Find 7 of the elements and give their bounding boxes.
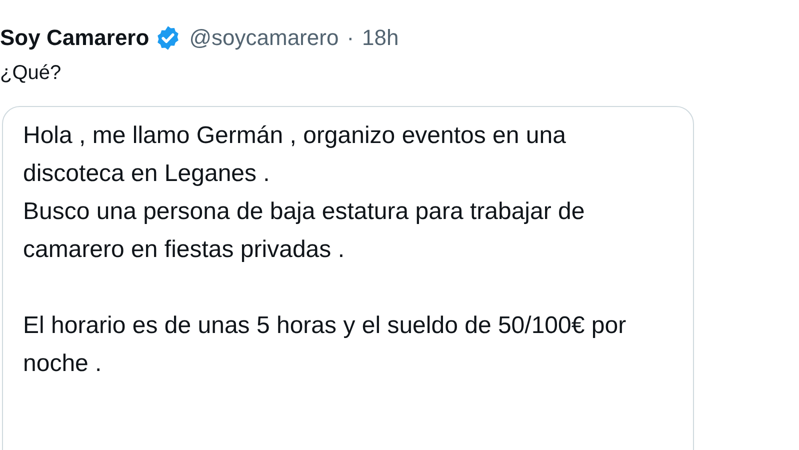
message-paragraph: Hola , me llamo Germán , organizo eventos en una discoteca en Leganes . Busco una persona de baja estatura para trabajar de camarero en fiestas privadas . bbox=[23, 121, 586, 265]
user-handle[interactable]: @soycamarero bbox=[189, 25, 339, 51]
separator-dot: · bbox=[346, 25, 354, 51]
tweet-text: ¿Qué? bbox=[0, 62, 62, 86]
timestamp[interactable]: 18h bbox=[362, 25, 399, 51]
author-name[interactable]: Soy Camarero bbox=[0, 25, 150, 51]
message-paragraph: El horario es de unas 5 horas y el sueldo de 50/100€ por noche . bbox=[23, 311, 628, 379]
